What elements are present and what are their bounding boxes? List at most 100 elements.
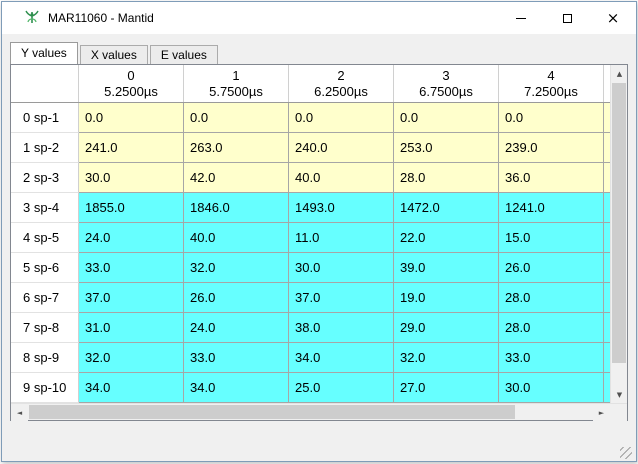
- column-header[interactable]: 26.2500µs: [289, 65, 394, 102]
- table-cell[interactable]: 40.0: [289, 163, 394, 193]
- table-cell[interactable]: 24.0: [184, 313, 289, 343]
- table-cell[interactable]: 30.0: [499, 373, 604, 403]
- horizontal-scroll-thumb[interactable]: [29, 405, 515, 419]
- table-main: 05.2500µs15.7500µs26.2500µs36.7500µs47.2…: [11, 65, 627, 403]
- table-cell[interactable]: 1241.0: [499, 193, 604, 223]
- horizontal-scroll-track[interactable]: [28, 404, 593, 420]
- table-cell[interactable]: 32.0: [79, 343, 184, 373]
- vertical-scroll-thumb[interactable]: [612, 83, 626, 363]
- table-cell[interactable]: 15.0: [499, 223, 604, 253]
- table-cell[interactable]: 32.0: [184, 253, 289, 283]
- table-cell[interactable]: 1855.0: [79, 193, 184, 223]
- table-cell[interactable]: 34.0: [184, 373, 289, 403]
- table-cell[interactable]: 38.0: [289, 313, 394, 343]
- scroll-right-icon: ►: [599, 409, 604, 417]
- scroll-down-button[interactable]: ▼: [611, 386, 627, 403]
- table-cell[interactable]: 42.0: [184, 163, 289, 193]
- row-header[interactable]: 7 sp-8: [11, 313, 79, 343]
- table-cell[interactable]: 22.0: [394, 223, 499, 253]
- row-header[interactable]: 4 sp-5: [11, 223, 79, 253]
- row-header[interactable]: 0 sp-1: [11, 103, 79, 133]
- table-cell[interactable]: 34.0: [79, 373, 184, 403]
- table-cell[interactable]: 0.0: [79, 103, 184, 133]
- table-cell[interactable]: 28.0: [499, 283, 604, 313]
- table-cell[interactable]: 33.0: [184, 343, 289, 373]
- table-cell[interactable]: 29.0: [394, 313, 499, 343]
- column-header[interactable]: 05.2500µs: [79, 65, 184, 102]
- table-cell[interactable]: 28.0: [394, 163, 499, 193]
- row-header[interactable]: 3 sp-4: [11, 193, 79, 223]
- table-cell[interactable]: 19.0: [394, 283, 499, 313]
- table-cell[interactable]: 24.0: [79, 223, 184, 253]
- row-header[interactable]: 9 sp-10: [11, 373, 79, 403]
- minimize-button[interactable]: [498, 2, 544, 34]
- corner-cell[interactable]: [11, 65, 79, 102]
- table-cell[interactable]: 39.0: [394, 253, 499, 283]
- table-row: 3 sp-41855.01846.01493.01472.01241.01: [11, 193, 610, 223]
- table-cell[interactable]: 241.0: [79, 133, 184, 163]
- horizontal-scrollbar[interactable]: ◄ ►: [11, 404, 610, 420]
- table-cell[interactable]: 33.0: [79, 253, 184, 283]
- row-header[interactable]: 2 sp-3: [11, 163, 79, 193]
- row-header[interactable]: 1 sp-2: [11, 133, 79, 163]
- table-cell[interactable]: 0.0: [289, 103, 394, 133]
- scroll-right-button[interactable]: ►: [593, 404, 610, 421]
- vertical-scroll-track[interactable]: [611, 82, 627, 386]
- table-row: 2 sp-330.042.040.028.036.03: [11, 163, 610, 193]
- maximize-button[interactable]: [544, 2, 590, 34]
- table-cell[interactable]: 37.0: [289, 283, 394, 313]
- table-cell[interactable]: 0.0: [184, 103, 289, 133]
- table-cell[interactable]: 0.0: [394, 103, 499, 133]
- table-cell[interactable]: 30.0: [79, 163, 184, 193]
- table-cell[interactable]: 26.0: [184, 283, 289, 313]
- close-button[interactable]: ×: [590, 2, 636, 34]
- tab-bar: Y values X values E values: [10, 42, 628, 64]
- table-cell[interactable]: 37.0: [79, 283, 184, 313]
- table-cell[interactable]: 25.0: [289, 373, 394, 403]
- vertical-scrollbar[interactable]: ▲ ▼: [610, 65, 627, 403]
- table-cell[interactable]: 26.0: [499, 253, 604, 283]
- tab-x-values[interactable]: X values: [80, 45, 148, 64]
- table-grid: 05.2500µs15.7500µs26.2500µs36.7500µs47.2…: [11, 65, 610, 403]
- table-cell[interactable]: 263.0: [184, 133, 289, 163]
- row-header[interactable]: 5 sp-6: [11, 253, 79, 283]
- tab-y-values[interactable]: Y values: [10, 42, 78, 64]
- table-row: 6 sp-737.026.037.019.028.02: [11, 283, 610, 313]
- table-cell[interactable]: 11.0: [289, 223, 394, 253]
- table-row: 4 sp-524.040.011.022.015.02: [11, 223, 610, 253]
- resize-grip-icon[interactable]: [620, 447, 632, 459]
- column-header[interactable]: 47.2500µs: [499, 65, 604, 102]
- table-cell[interactable]: 1846.0: [184, 193, 289, 223]
- table-cell[interactable]: 253.0: [394, 133, 499, 163]
- table-row: 5 sp-633.032.030.039.026.02: [11, 253, 610, 283]
- mantid-logo-icon: [24, 10, 40, 26]
- table-cell[interactable]: 1493.0: [289, 193, 394, 223]
- table-cell[interactable]: 27.0: [394, 373, 499, 403]
- scroll-up-button[interactable]: ▲: [611, 65, 627, 82]
- column-header[interactable]: 15.7500µs: [184, 65, 289, 102]
- table-cell[interactable]: 28.0: [499, 313, 604, 343]
- table-row: 7 sp-831.024.038.029.028.02: [11, 313, 610, 343]
- table-cell[interactable]: 32.0: [394, 343, 499, 373]
- scroll-left-button[interactable]: ◄: [11, 404, 28, 421]
- table-cell[interactable]: 36.0: [499, 163, 604, 193]
- row-header[interactable]: 8 sp-9: [11, 343, 79, 373]
- scroll-down-icon: ▼: [617, 391, 622, 399]
- table-body: 0 sp-10.00.00.00.00.001 sp-2241.0263.024…: [11, 103, 610, 403]
- table-cell[interactable]: 240.0: [289, 133, 394, 163]
- table-cell[interactable]: 30.0: [289, 253, 394, 283]
- table-cell[interactable]: 1472.0: [394, 193, 499, 223]
- row-header[interactable]: 6 sp-7: [11, 283, 79, 313]
- table-cell[interactable]: 33.0: [499, 343, 604, 373]
- table-cell[interactable]: 40.0: [184, 223, 289, 253]
- status-bar: [2, 421, 636, 462]
- column-header[interactable]: 36.7500µs: [394, 65, 499, 102]
- table-row: 0 sp-10.00.00.00.00.00: [11, 103, 610, 133]
- app-window: MAR11060 - Mantid × Y values X values E …: [1, 1, 637, 462]
- table-cell[interactable]: 239.0: [499, 133, 604, 163]
- table-cell[interactable]: 31.0: [79, 313, 184, 343]
- table-cell[interactable]: 0.0: [499, 103, 604, 133]
- table-cell[interactable]: 34.0: [289, 343, 394, 373]
- tab-e-values[interactable]: E values: [150, 45, 218, 64]
- data-table: 05.2500µs15.7500µs26.2500µs36.7500µs47.2…: [10, 64, 628, 421]
